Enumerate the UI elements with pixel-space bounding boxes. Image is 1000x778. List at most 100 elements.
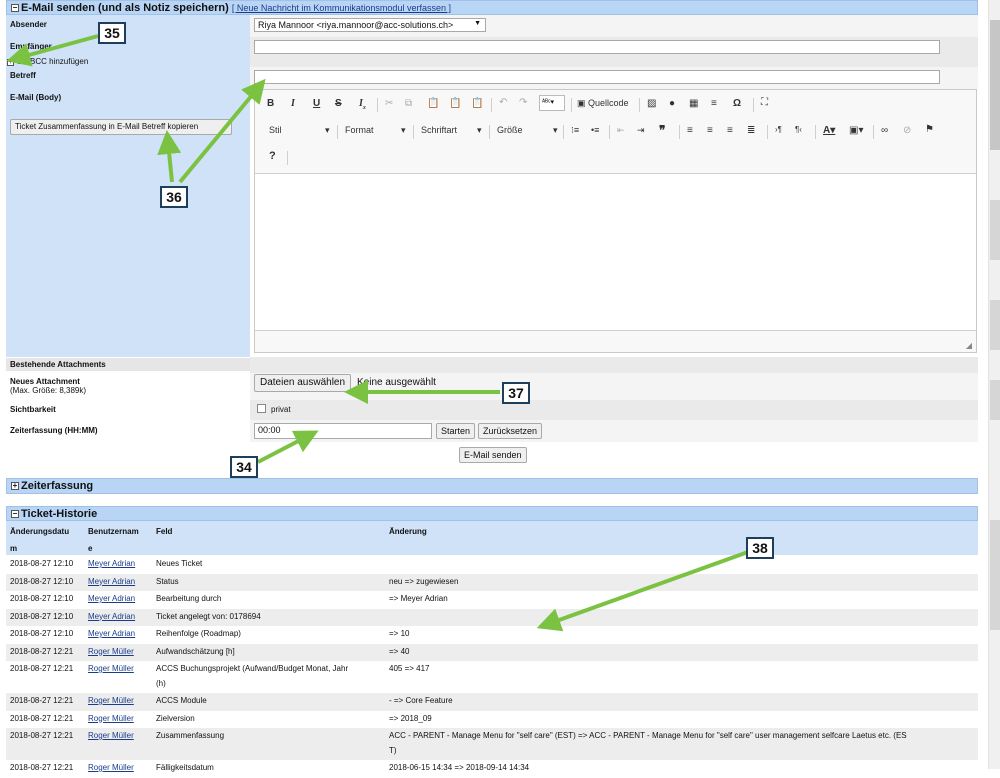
time-section-header[interactable]: + Zeiterfassung bbox=[6, 478, 978, 494]
history-user-link[interactable]: Roger Müller bbox=[88, 696, 134, 705]
table-row: 2018-08-27 12:21 Roger Müller ACCS Buchung… bbox=[6, 661, 978, 693]
numbered-list-icon[interactable]: ⁝≡ bbox=[571, 125, 579, 136]
align-right-icon[interactable]: ≡ bbox=[727, 125, 733, 136]
text-color-icon[interactable]: A▾ bbox=[823, 125, 835, 136]
source-code-button[interactable]: ▣ Quellcode bbox=[577, 98, 629, 109]
font-dropdown[interactable]: Schriftart ▾ bbox=[421, 125, 483, 135]
history-user-link[interactable]: Roger Müller bbox=[88, 647, 134, 656]
anchor-flag-icon[interactable]: ⚑ bbox=[925, 124, 934, 135]
undo-icon[interactable]: ↶ bbox=[499, 97, 507, 108]
collapse-icon[interactable]: − bbox=[11, 510, 19, 518]
history-change: => 40 bbox=[389, 646, 410, 656]
ccbcc-toggle[interactable]: + CC/BCC hinzufügen bbox=[7, 57, 88, 66]
resize-handle-icon[interactable]: ◢ bbox=[966, 341, 972, 350]
size-dropdown[interactable]: Größe ▾ bbox=[497, 125, 559, 135]
page: − E-Mail senden (und als Notiz speichern)… bbox=[0, 0, 988, 772]
special-char-icon[interactable]: Ω bbox=[733, 98, 741, 109]
maximize-icon[interactable]: ⛶ bbox=[761, 97, 768, 108]
paste-word-icon[interactable]: 📋 bbox=[471, 98, 483, 109]
style-dropdown[interactable]: Stil ▾ bbox=[269, 125, 331, 135]
table-icon[interactable]: ▦ bbox=[689, 98, 698, 109]
history-user-link[interactable]: Meyer Adrian bbox=[88, 629, 135, 638]
flash-icon[interactable]: ● bbox=[669, 98, 675, 109]
paste-text-icon[interactable]: 📋 bbox=[449, 98, 461, 109]
align-justify-icon[interactable]: ≣ bbox=[747, 125, 755, 136]
history-user-link[interactable]: Meyer Adrian bbox=[88, 594, 135, 603]
outdent-icon[interactable]: ⇤ bbox=[617, 125, 625, 136]
send-email-button[interactable]: E-Mail senden bbox=[459, 447, 527, 463]
align-left-icon[interactable]: ≡ bbox=[687, 125, 693, 136]
history-section-header[interactable]: − Ticket-Historie bbox=[6, 506, 978, 521]
history-user-link[interactable]: Roger Müller bbox=[88, 714, 134, 723]
copy-summary-button[interactable]: Ticket Zusammenfassung in E-Mail Betreff… bbox=[10, 119, 232, 135]
clear-format-icon[interactable]: Ix bbox=[359, 98, 366, 111]
label-column bbox=[6, 15, 250, 357]
start-button[interactable]: Starten bbox=[436, 423, 476, 439]
history-field: Ticket angelegt von: 0178694 bbox=[156, 611, 261, 621]
reset-button[interactable]: Zurücksetzen bbox=[478, 423, 543, 439]
underline-icon[interactable]: U bbox=[313, 98, 320, 109]
horizontal-rule-icon[interactable]: ≡ bbox=[711, 98, 717, 109]
history-change: => Meyer Adrian bbox=[389, 594, 448, 603]
history-user-link[interactable]: Meyer Adrian bbox=[88, 577, 135, 586]
email-section-header[interactable]: − E-Mail senden (und als Notiz speichern)… bbox=[6, 0, 978, 15]
change-column-header[interactable]: Änderung bbox=[389, 527, 427, 536]
toolbar-separator bbox=[873, 125, 874, 139]
history-user-link[interactable]: Meyer Adrian bbox=[88, 559, 135, 568]
history-date: 2018-08-27 12:10 bbox=[10, 629, 74, 638]
link-icon[interactable]: ∞ bbox=[881, 125, 888, 136]
history-user-link[interactable]: Roger Müller bbox=[88, 731, 134, 740]
paste-icon[interactable]: 📋 bbox=[427, 98, 439, 109]
history-user-link[interactable]: Meyer Adrian bbox=[88, 612, 135, 621]
image-icon[interactable]: ▨ bbox=[647, 98, 656, 109]
vertical-scrollbar[interactable] bbox=[988, 0, 1000, 769]
betreff-input[interactable] bbox=[254, 70, 940, 84]
indent-icon[interactable]: ⇥ bbox=[637, 125, 645, 136]
rtl-icon[interactable]: ¶‹ bbox=[795, 125, 802, 134]
table-row: 2018-08-27 12:10 Meyer Adrian Bearbeitung … bbox=[6, 591, 978, 609]
chevron-down-icon: ▾ bbox=[325, 125, 330, 135]
style-label: Stil bbox=[269, 125, 282, 135]
bold-icon[interactable]: B bbox=[267, 98, 274, 109]
field-column-header[interactable]: Feld bbox=[156, 527, 172, 536]
history-section-title: Ticket-Historie bbox=[21, 508, 98, 520]
user-column-header[interactable]: Benutzernam e bbox=[88, 527, 139, 553]
redo-icon[interactable]: ↷ bbox=[519, 97, 527, 108]
bg-color-icon[interactable]: ▣▾ bbox=[849, 125, 863, 136]
unlink-icon[interactable]: ⊘ bbox=[903, 125, 911, 136]
cut-icon[interactable]: ✂ bbox=[385, 98, 393, 109]
italic-icon[interactable]: I bbox=[291, 98, 295, 109]
time-input[interactable]: 00:00 bbox=[254, 423, 432, 439]
spellcheck-icon[interactable]: ᴬᴮᶜ▾ bbox=[539, 95, 565, 111]
history-user-link[interactable]: Roger Müller bbox=[88, 664, 134, 673]
empfaenger-input[interactable] bbox=[254, 40, 940, 54]
marker-35: 35 bbox=[98, 22, 126, 44]
toolbar-separator bbox=[491, 98, 492, 112]
table-row: 2018-08-27 12:10 Meyer Adrian Status neu =>… bbox=[6, 573, 978, 591]
history-user-link[interactable]: Roger Müller bbox=[88, 763, 134, 772]
strike-icon[interactable]: S bbox=[335, 98, 342, 109]
time-section-title: Zeiterfassung bbox=[21, 480, 94, 492]
align-center-icon[interactable]: ≡ bbox=[707, 125, 713, 136]
privat-checkbox[interactable] bbox=[257, 404, 266, 413]
history-field: Aufwandschätzung [h] bbox=[156, 646, 235, 656]
date-column-header[interactable]: Änderungsdatu m bbox=[10, 527, 69, 553]
collapse-icon[interactable]: − bbox=[11, 4, 19, 12]
choose-files-button[interactable]: Dateien auswählen bbox=[254, 374, 352, 392]
ltr-icon[interactable]: ›¶ bbox=[775, 125, 782, 134]
bullet-list-icon[interactable]: •≡ bbox=[591, 125, 599, 135]
new-attachment-text: Neues Attachment bbox=[10, 377, 80, 386]
copy-icon[interactable]: ⧉ bbox=[405, 98, 412, 109]
rich-text-editor[interactable]: B I U S Ix ✂ ⧉ 📋 📋 📋 ↶ ↷ ᴬᴮᶜ▾ ▣ Quellcod… bbox=[254, 89, 977, 353]
format-dropdown[interactable]: Format ▾ bbox=[345, 125, 407, 135]
help-icon[interactable]: ? bbox=[269, 150, 276, 162]
privat-label: privat bbox=[271, 405, 291, 414]
body-label: E-Mail (Body) bbox=[10, 93, 62, 102]
absender-select[interactable]: Riya Mannoor <riya.mannoor@acc-solutions… bbox=[254, 18, 486, 32]
expand-icon[interactable]: + bbox=[11, 482, 19, 490]
blockquote-icon[interactable]: ❞ bbox=[659, 123, 665, 137]
scrollbar-thumb[interactable] bbox=[990, 20, 1000, 150]
history-field: Fälligkeitsdatum bbox=[156, 763, 214, 772]
new-message-link[interactable]: [ Neue Nachricht im Kommunikationsmodul … bbox=[232, 3, 451, 13]
date-header-line2: m bbox=[10, 544, 18, 553]
